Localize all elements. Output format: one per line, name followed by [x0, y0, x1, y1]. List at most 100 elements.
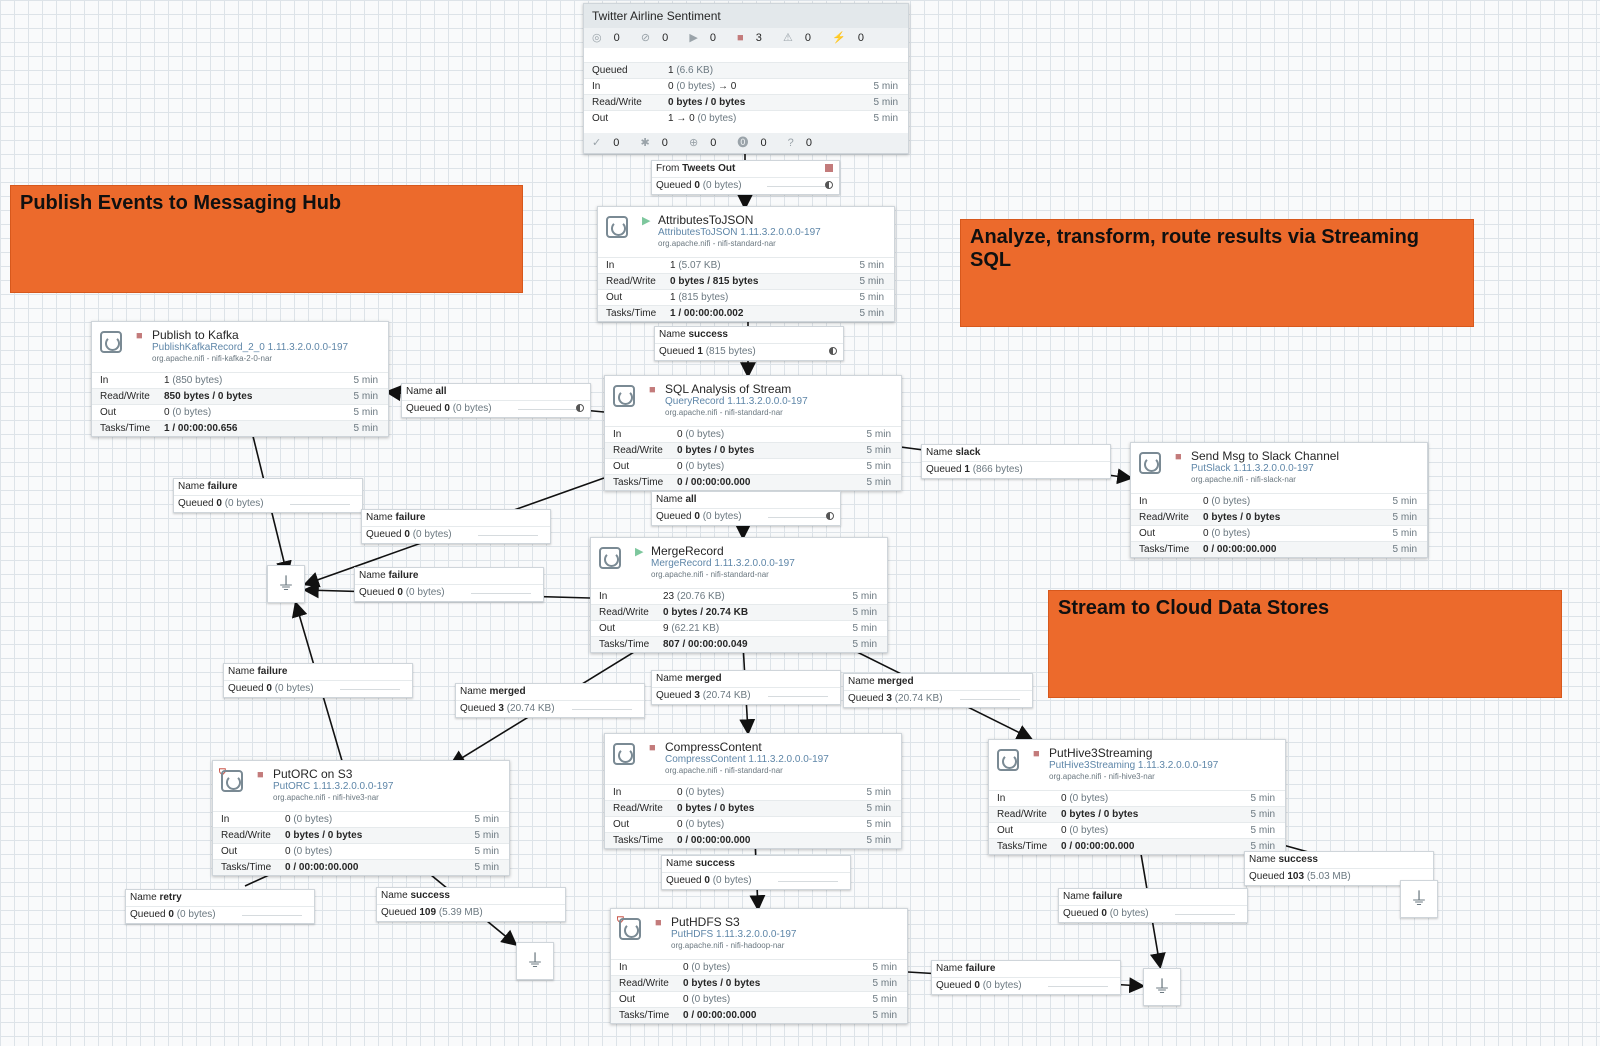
sync-failure-icon: ⓿ 0 [737, 137, 767, 149]
processor-type: PutHDFS 1.11.3.2.0.0.0-197 [671, 929, 797, 940]
processor-compress-content[interactable]: ■ CompressContent CompressContent 1.11.3.… [604, 733, 902, 849]
row-readwrite: Read/Write 0 bytes / 0 bytes 5 min [1131, 509, 1427, 525]
backpressure-icon [826, 512, 834, 520]
stopped-icon: ■ [655, 917, 662, 929]
row-out: Out 0 (0 bytes) 5 min [611, 991, 907, 1007]
row-readwrite: Read/Write 850 bytes / 0 bytes 5 min [92, 388, 388, 404]
row-in: In 1 (850 bytes) 5 min [92, 372, 388, 388]
row-in: In 0 (0 bytes) 5 min [989, 790, 1285, 806]
processor-putorc-s3[interactable]: ⛉ ■ PutORC on S3 PutORC 1.11.3.2.0.0.0-197… [212, 760, 510, 876]
connection-failure-orc[interactable]: Name failure Queued 0 (0 bytes) [223, 663, 413, 698]
processor-send-slack[interactable]: ■ Send Msg to Slack Channel PutSlack 1.11… [1130, 442, 1428, 558]
row-in: In 1 (5.07 KB) 5 min [598, 257, 894, 273]
row-tasks: Tasks/Time 0 / 00:00:00.000 5 min [1131, 541, 1427, 557]
row-in: In 0 (0 bytes) 5 min [1131, 493, 1427, 509]
processor-name: PutHDFS S3 [671, 915, 740, 929]
connection-success-orc[interactable]: Name success Queued 109 (5.39 MB) [376, 887, 566, 922]
locally-modified-icon: ✱ 0 [640, 137, 668, 149]
row-in: In 0 (0 bytes) 5 min [611, 959, 907, 975]
row-in: In 23 (20.76 KB) 5 min [591, 588, 887, 604]
processor-icon [997, 749, 1019, 771]
connection-slack[interactable]: Name slack Queued 1 (866 bytes) [921, 444, 1111, 479]
connection-failure-hive[interactable]: Name failure Queued 0 (0 bytes) [1058, 888, 1248, 923]
funnel-icon[interactable]: ⏚ [516, 942, 554, 980]
processor-type: PutORC 1.11.3.2.0.0.0-197 [273, 781, 394, 792]
label-text: Analyze, transform, route results via St… [970, 226, 1420, 271]
row-tasks: Tasks/Time 0 / 00:00:00.000 5 min [989, 838, 1285, 854]
connection-success-compress[interactable]: Name success Queued 0 (0 bytes) [661, 855, 851, 890]
processor-bundle: org.apache.nifi - nifi-standard-nar [665, 408, 783, 417]
processor-bundle: org.apache.nifi - nifi-standard-nar [658, 239, 776, 248]
row-readwrite: Read/Write 0 bytes / 0 bytes 5 min [989, 806, 1285, 822]
processor-type: AttributesToJSON 1.11.3.2.0.0.0-197 [658, 227, 821, 238]
up-to-date-icon: ✓ 0 [592, 137, 620, 149]
processor-bundle: org.apache.nifi - nifi-hadoop-nar [671, 941, 785, 950]
row-readwrite: Read/Write 0 bytes / 20.74 KB 5 min [591, 604, 887, 620]
processor-bundle: org.apache.nifi - nifi-standard-nar [665, 766, 783, 775]
processor-type: PublishKafkaRecord_2_0 1.11.3.2.0.0.0-19… [152, 342, 349, 353]
funnel-icon[interactable]: ⏚ [1400, 880, 1438, 918]
processor-type: MergeRecord 1.11.3.2.0.0.0-197 [651, 558, 795, 569]
connection-merged-compress[interactable]: Name merged Queued 3 (20.74 KB) [651, 670, 841, 705]
connection-failure-kafka[interactable]: Name failure Queued 0 (0 bytes) [173, 478, 363, 513]
process-group-title: Twitter Airline Sentiment [584, 4, 908, 28]
processor-publish-kafka[interactable]: ■ Publish to Kafka PublishKafkaRecord_2_0… [91, 321, 389, 437]
pg-row-out: Out 1 → 0 (0 bytes) 5 min [584, 110, 908, 126]
label-publish-events[interactable]: Publish Events to Messaging Hub [10, 185, 523, 293]
processor-name: Publish to Kafka [152, 328, 239, 342]
connection-failure-hdfs[interactable]: Name failure Queued 0 (0 bytes) [931, 960, 1121, 995]
pg-row-in: In 0 (0 bytes) → 05 min [584, 78, 908, 94]
row-out: Out 0 (0 bytes) 5 min [213, 843, 509, 859]
row-out: Out 1 (815 bytes) 5 min [598, 289, 894, 305]
connection-failure-sql[interactable]: Name failure Queued 0 (0 bytes) [361, 509, 551, 544]
stale-icon: ⊕ 0 [688, 137, 717, 149]
label-analyze-transform[interactable]: Analyze, transform, route results via St… [960, 219, 1474, 327]
processor-icon [599, 547, 621, 569]
processor-bundle: org.apache.nifi - nifi-hive3-nar [1049, 772, 1155, 781]
processor-bundle: org.apache.nifi - nifi-hive3-nar [273, 793, 379, 802]
row-in: In 0 (0 bytes) 5 min [605, 426, 901, 442]
connection-merged-orc[interactable]: Name merged Queued 3 (20.74 KB) [455, 683, 645, 718]
row-out: Out 0 (0 bytes) 5 min [605, 816, 901, 832]
row-tasks: Tasks/Time 1 / 00:00:00.656 5 min [92, 420, 388, 436]
row-tasks: Tasks/Time 0 / 00:00:00.000 5 min [605, 832, 901, 848]
row-readwrite: Read/Write 0 bytes / 0 bytes 5 min [605, 442, 901, 458]
processor-puthive3streaming[interactable]: ■ PutHive3Streaming PutHive3Streaming 1.1… [988, 739, 1286, 855]
process-group-twitter[interactable]: Twitter Airline Sentiment ◎ 0 ⊘ 0 ▶ 0 ■ … [583, 3, 909, 154]
row-out: Out 0 (0 bytes) 5 min [605, 458, 901, 474]
processor-type: CompressContent 1.11.3.2.0.0.0-197 [665, 754, 829, 765]
connection-retry[interactable]: Name retry Queued 0 (0 bytes) [125, 889, 315, 924]
row-out: Out 0 (0 bytes) 5 min [989, 822, 1285, 838]
connection-from-tweets-out[interactable]: From Tweets Out Queued 0 (0 bytes) [651, 160, 840, 195]
processor-sql-analysis[interactable]: ■ SQL Analysis of Stream QueryRecord 1.11… [604, 375, 902, 491]
label-stream-cloud[interactable]: Stream to Cloud Data Stores [1048, 590, 1562, 698]
processor-icon [613, 743, 635, 765]
connection-failure-merge[interactable]: Name failure Queued 0 (0 bytes) [354, 567, 544, 602]
unknown-icon: ? 0 [787, 137, 812, 149]
stopped-icon: ■ 3 [737, 32, 762, 44]
pg-row-readwrite: Read/Write 0 bytes / 0 bytes 5 min [584, 94, 908, 110]
processor-bundle: org.apache.nifi - nifi-kafka-2-0-nar [152, 354, 273, 363]
connection-success[interactable]: Name success Queued 1 (815 bytes) [654, 326, 844, 361]
row-readwrite: Read/Write 0 bytes / 0 bytes 5 min [611, 975, 907, 991]
row-in: In 0 (0 bytes) 5 min [213, 811, 509, 827]
stopped-icon: ■ [1033, 748, 1040, 760]
row-out: Out 0 (0 bytes) 5 min [92, 404, 388, 420]
funnel-icon[interactable]: ⏚ [267, 565, 305, 603]
processor-puthdfs-s3[interactable]: ⛉ ■ PutHDFS S3 PutHDFS 1.11.3.2.0.0.0-197 o… [610, 908, 908, 1024]
connection-all-to-merge[interactable]: Name all Queued 0 (0 bytes) [651, 491, 841, 526]
processor-attributes-to-json[interactable]: ▶ AttributesToJSON AttributesToJSON 1.11.… [597, 206, 895, 322]
connection-all-to-kafka[interactable]: Name all Queued 0 (0 bytes) [401, 383, 591, 418]
processor-icon [221, 770, 243, 792]
label-text: Publish Events to Messaging Hub [20, 192, 342, 214]
connection-merged-hive[interactable]: Name merged Queued 3 (20.74 KB) [843, 673, 1033, 708]
funnel-icon[interactable]: ⏚ [1143, 968, 1181, 1006]
backpressure-icon [576, 404, 584, 412]
processor-name: PutHive3Streaming [1049, 746, 1153, 760]
running-icon: ▶ [642, 215, 651, 227]
row-tasks: Tasks/Time 0 / 00:00:00.000 5 min [605, 474, 901, 490]
processor-merge-record[interactable]: ▶ MergeRecord MergeRecord 1.11.3.2.0.0.0-… [590, 537, 888, 653]
stopped-icon: ■ [1175, 451, 1182, 463]
not-transmitting-icon: ⊘ 0 [640, 32, 669, 44]
row-in: In 0 (0 bytes) 5 min [605, 784, 901, 800]
